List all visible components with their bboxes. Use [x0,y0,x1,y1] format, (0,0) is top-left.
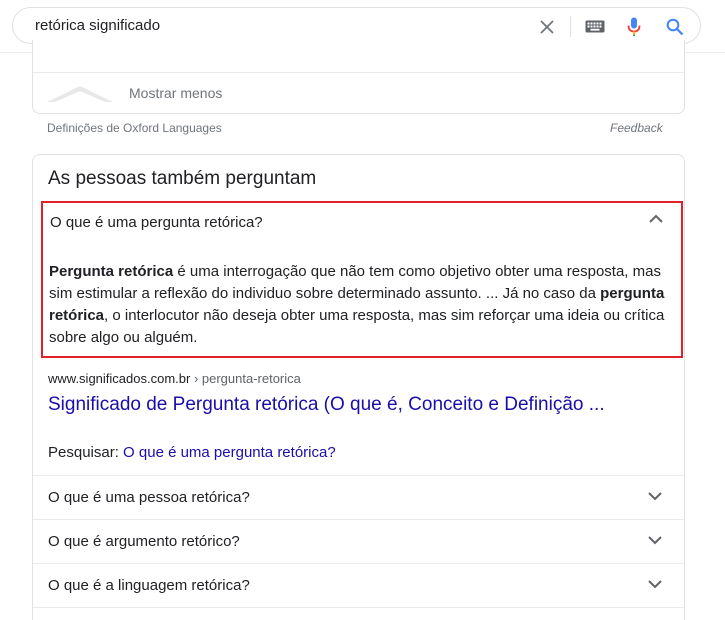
source-domain: www.significados.com.br [48,371,191,386]
chevron-up-icon [47,86,113,102]
card-divider [33,72,684,73]
paa-question-label: O que é argumento retórico? [48,533,240,550]
source-url: www.significados.com.br › pergunta-retor… [48,371,301,386]
chevron-up-icon[interactable] [648,211,664,232]
paa-question-label: O que é uma pessoa retórica? [48,489,250,506]
dictionary-source: Definições de Oxford Languages [47,121,222,135]
answer-text: Pergunta retórica é uma interrogação que… [49,261,677,349]
show-less-button[interactable]: Mostrar menos [47,82,222,104]
expanded-question[interactable]: O que é uma pergunta retórica? [50,214,263,231]
answer-bold-term: Pergunta retórica [49,263,174,280]
expanded-question-highlight: O que é uma pergunta retórica? Pergunta … [41,201,683,358]
source-breadcrumb: › pergunta-retorica [190,371,301,386]
source-title-link[interactable]: Significado de Pergunta retórica (O que … [48,394,605,416]
paa-question-label: O que é a linguagem retórica? [48,577,250,594]
answer-text-part: , o interlocutor não deseja obter uma re… [49,307,665,346]
chevron-down-icon [647,576,663,597]
paa-question-row[interactable]: O que é argumento retórico? [33,519,684,563]
chevron-down-icon [647,488,663,509]
feedback-link[interactable]: Feedback [610,121,663,135]
search-input[interactable]: retórica significado [35,17,160,34]
show-less-label: Mostrar menos [129,85,223,101]
search-for-link[interactable]: O que é uma pergunta retórica? [123,444,336,461]
paa-question-row[interactable]: O que é uma pessoa retórica? [33,475,684,519]
paa-question-row-divider [33,607,684,620]
paa-question-row[interactable]: O que é a linguagem retórica? [33,563,684,607]
paa-title: As pessoas também perguntam [48,168,317,189]
search-for: Pesquisar: O que é uma pergunta retórica… [48,444,336,461]
people-also-ask-card: As pessoas também perguntam O que é uma … [32,154,685,620]
search-divider [570,16,571,37]
search-bar[interactable]: retórica significado [12,7,701,44]
dictionary-card: Mostrar menos [32,40,685,114]
search-for-label: Pesquisar: [48,444,124,461]
chevron-down-icon [647,532,663,553]
